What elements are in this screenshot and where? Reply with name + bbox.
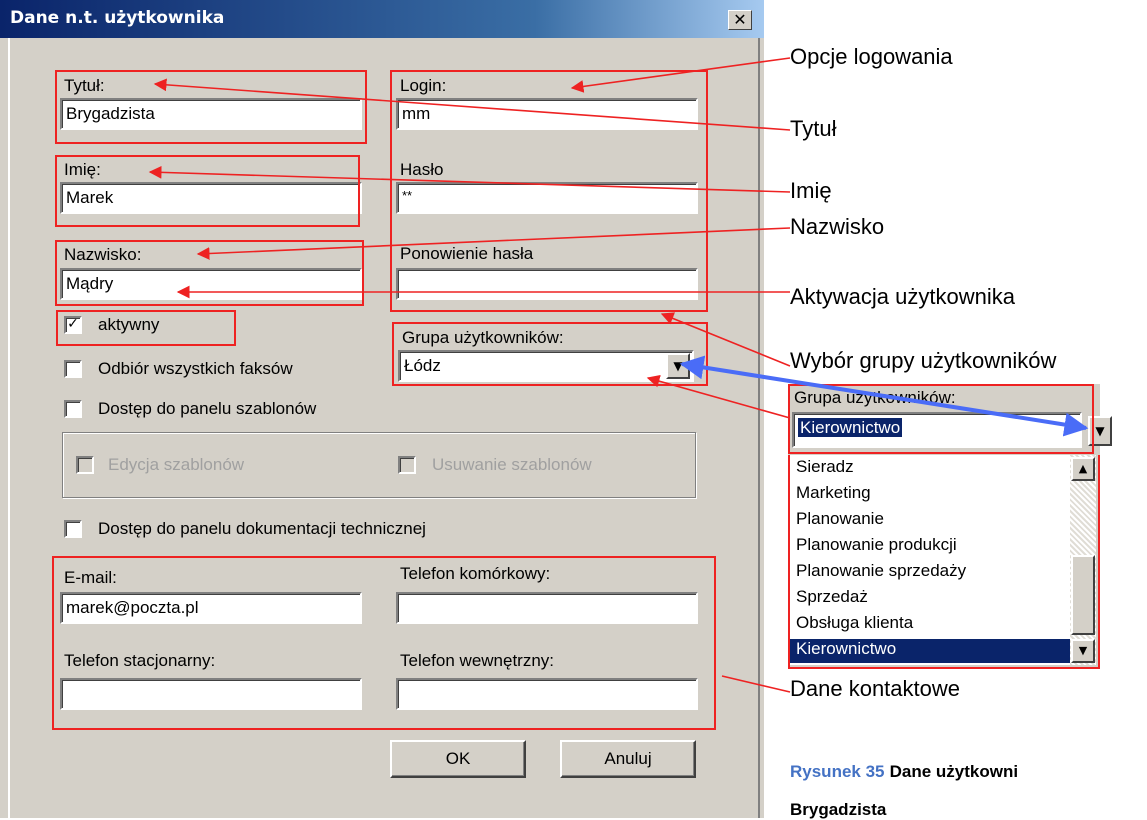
arrow-login-box	[660, 312, 791, 367]
arrow-first-name	[148, 165, 791, 193]
arrow-group-box	[646, 374, 791, 419]
arrow-title	[153, 78, 791, 131]
arrow-login-options	[570, 57, 791, 93]
arrow-dropdown-link	[679, 355, 1089, 437]
annotation-arrows	[148, 57, 1089, 693]
arrow-last-name	[196, 227, 791, 260]
arrow-contact	[721, 675, 791, 693]
